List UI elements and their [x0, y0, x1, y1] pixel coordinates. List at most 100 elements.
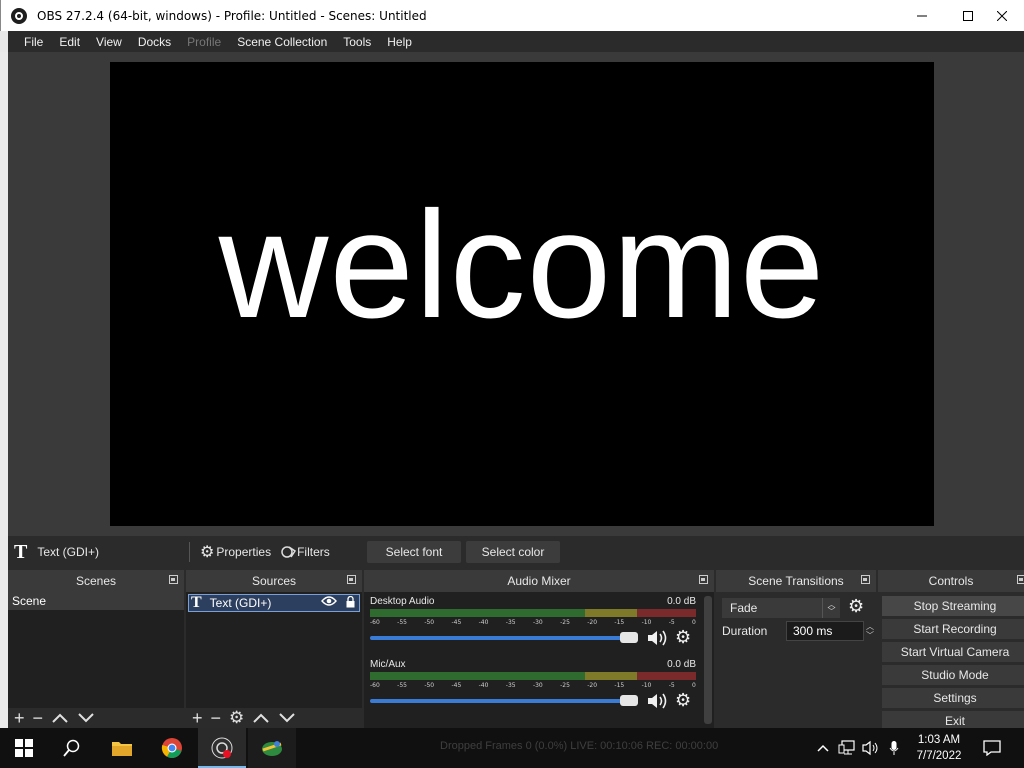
float-dock-icon[interactable] [861, 575, 870, 584]
float-dock-icon[interactable] [1017, 575, 1024, 584]
network-icon [838, 740, 855, 755]
duration-input[interactable]: 300 ms [786, 621, 864, 641]
sources-dock-title: Sources [186, 570, 362, 592]
add-source-icon[interactable]: + [192, 708, 203, 729]
audio-channel-mic: Mic/Aux 0.0 dB -60 -55 -50 -45 -40 -35 -… [368, 659, 698, 719]
menu-edit[interactable]: Edit [51, 35, 88, 49]
clock-date: 7/7/2022 [916, 750, 962, 762]
settings-label: Settings [933, 691, 977, 705]
select-font-button[interactable]: Select font [367, 541, 461, 563]
move-up-icon[interactable] [51, 712, 69, 724]
remove-source-icon[interactable]: − [211, 708, 222, 729]
start-button[interactable] [0, 728, 48, 768]
add-scene-icon[interactable]: + [14, 708, 25, 729]
source-item[interactable]: T Text (GDI+) [188, 594, 360, 612]
menu-tools[interactable]: Tools [335, 35, 379, 49]
meter-tick: 0 [692, 619, 696, 626]
chrome-icon [161, 738, 182, 758]
scene-transitions-body: Fade ︿ ﹀ ⚙ Duration 300 ms ︿ ﹀ [716, 592, 876, 728]
menu-help[interactable]: Help [379, 35, 420, 49]
properties-button[interactable]: ⚙ Properties [200, 542, 271, 562]
windows-start-icon [15, 739, 33, 757]
remove-scene-icon[interactable]: − [33, 708, 44, 729]
lock-icon[interactable] [346, 595, 355, 608]
title-bar: OBS 27.2.4 (64-bit, windows) - Profile: … [0, 0, 1024, 31]
stop-streaming-label: Stop Streaming [913, 599, 997, 613]
audio-settings-gear-icon[interactable]: ⚙ [675, 690, 691, 711]
float-dock-icon[interactable] [347, 575, 356, 584]
scene-item[interactable]: Scene [8, 592, 184, 610]
menu-view[interactable]: View [88, 35, 130, 49]
gear-icon: ⚙ [200, 544, 215, 561]
meter-tick: -20 [587, 619, 598, 626]
tray-volume[interactable] [860, 728, 882, 768]
taskbar-file-explorer[interactable] [98, 728, 146, 768]
float-dock-icon[interactable] [169, 575, 178, 584]
minimize-button[interactable] [899, 0, 945, 31]
search-button[interactable] [48, 728, 96, 768]
menu-profile[interactable]: Profile [179, 35, 229, 49]
tray-microphone[interactable] [884, 728, 904, 768]
meter-tick: -45 [451, 682, 462, 689]
duration-spinner[interactable]: ︿ ﹀ [863, 621, 877, 641]
controls-title-label: Controls [928, 574, 974, 588]
speaker-icon[interactable] [646, 691, 668, 711]
start-recording-label: Start Recording [913, 622, 997, 636]
scenes-dock: Scenes Scene + − [8, 570, 184, 728]
volume-slider-handle[interactable] [620, 632, 638, 643]
transition-settings-gear-icon[interactable]: ⚙ [848, 596, 864, 617]
settings-button[interactable]: Settings [882, 688, 1024, 708]
close-button[interactable] [979, 0, 1024, 31]
taskbar-obs[interactable] [198, 728, 246, 768]
scenes-dock-title: Scenes [8, 570, 184, 592]
move-down-icon[interactable] [77, 712, 95, 724]
search-icon [63, 739, 80, 757]
meter-tick: 0 [692, 682, 696, 689]
taskbar-chrome[interactable] [148, 728, 196, 768]
audio-mixer-dock: Audio Mixer Desktop Audio 0.0 dB -60 -55… [364, 570, 714, 728]
preview-canvas[interactable]: welcome [110, 62, 934, 526]
mixer-scrollbar[interactable] [704, 596, 712, 724]
scenes-list[interactable]: Scene + − [8, 592, 184, 728]
move-down-icon[interactable] [278, 712, 296, 724]
transition-select[interactable]: Fade ︿ ﹀ [722, 598, 840, 618]
float-dock-icon[interactable] [699, 575, 708, 584]
app-icon [262, 741, 282, 756]
audio-settings-gear-icon[interactable]: ⚙ [675, 627, 691, 648]
meter-tick: -40 [478, 682, 489, 689]
stop-streaming-button[interactable]: Stop Streaming [882, 596, 1024, 616]
start-virtual-camera-button[interactable]: Start Virtual Camera [882, 642, 1024, 662]
channel-name: Desktop Audio [370, 596, 435, 607]
meter-tick: -60 [370, 682, 380, 689]
file-explorer-icon [112, 742, 132, 756]
taskbar-app[interactable] [248, 728, 296, 768]
window-title: OBS 27.2.4 (64-bit, windows) - Profile: … [37, 8, 427, 23]
studio-mode-label: Studio Mode [921, 668, 989, 682]
tray-network[interactable] [836, 728, 858, 768]
obs-logo-icon [11, 7, 27, 24]
studio-mode-button[interactable]: Studio Mode [882, 665, 1024, 685]
start-recording-button[interactable]: Start Recording [882, 619, 1024, 639]
tray-overflow[interactable] [812, 728, 834, 768]
audio-mixer-dock-title: Audio Mixer [364, 570, 714, 592]
notifications-button[interactable] [980, 728, 1004, 768]
sources-list[interactable]: T Text (GDI+) + − ⚙ [186, 592, 362, 728]
selected-source-name: Text (GDI+) [37, 545, 100, 559]
select-color-button[interactable]: Select color [466, 541, 560, 563]
meter-tick: -35 [505, 682, 516, 689]
menu-file[interactable]: File [16, 35, 51, 49]
volume-slider[interactable] [370, 699, 638, 703]
speaker-icon[interactable] [646, 628, 668, 648]
move-up-icon[interactable] [252, 712, 270, 724]
volume-slider-handle[interactable] [620, 695, 638, 706]
visibility-eye-icon[interactable] [321, 595, 337, 610]
meter-tick: -5 [668, 619, 675, 626]
filters-button[interactable]: Filters [281, 545, 330, 559]
audio-mixer-body: Desktop Audio 0.0 dB -60 -55 -50 -45 -40… [364, 592, 714, 728]
taskbar-clock[interactable]: 1:03 AM 7/7/2022 [904, 732, 974, 764]
filters-label: Filters [297, 545, 330, 559]
menu-docks[interactable]: Docks [130, 35, 179, 49]
source-properties-gear-icon[interactable]: ⚙ [229, 708, 244, 728]
menu-scene-collection[interactable]: Scene Collection [229, 35, 335, 49]
volume-slider[interactable] [370, 636, 638, 640]
